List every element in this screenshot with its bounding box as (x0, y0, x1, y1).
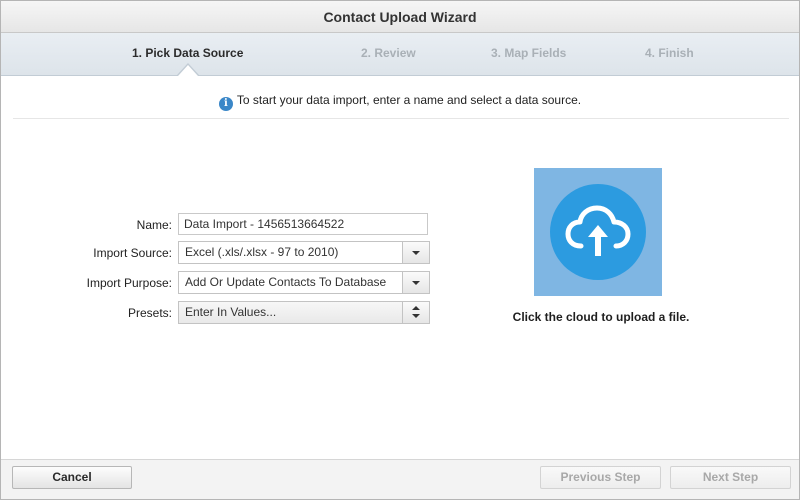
window-title: Contact Upload Wizard (1, 1, 799, 33)
import-source-dropdown-button[interactable] (402, 242, 429, 263)
step-review: 2. Review (361, 46, 416, 60)
wizard-steps-bar: 1. Pick Data Source 2. Review 3. Map Fie… (1, 33, 799, 76)
step-finish: 4. Finish (645, 46, 694, 60)
import-purpose-select[interactable]: Add Or Update Contacts To Database (178, 271, 430, 294)
presets-value: Enter In Values... (185, 305, 277, 319)
import-purpose-dropdown-button[interactable] (402, 272, 429, 293)
next-step-button[interactable]: Next Step (670, 466, 791, 489)
chevron-down-icon (412, 251, 420, 255)
previous-step-button[interactable]: Previous Step (540, 466, 661, 489)
name-input[interactable] (178, 213, 428, 235)
wizard-window: Contact Upload Wizard 1. Pick Data Sourc… (0, 0, 800, 500)
import-purpose-value: Add Or Update Contacts To Database (185, 275, 387, 289)
upload-hint: Click the cloud to upload a file. (512, 310, 690, 324)
divider (13, 118, 789, 119)
presets-spinner-button[interactable] (402, 302, 429, 323)
upload-dropzone[interactable] (534, 168, 662, 296)
info-message: i To start your data import, enter a name… (1, 93, 799, 113)
chevron-down-icon (412, 314, 420, 318)
info-icon: i (218, 97, 233, 111)
import-source-label: Import Source: (93, 246, 172, 260)
import-source-value: Excel (.xls/.xlsx - 97 to 2010) (185, 245, 339, 259)
import-purpose-label: Import Purpose: (86, 276, 172, 290)
presets-label: Presets: (127, 306, 172, 320)
info-text: To start your data import, enter a name … (236, 93, 582, 107)
chevron-up-icon (412, 306, 420, 310)
footer-bar: Cancel Previous Step Next Step (1, 459, 799, 499)
step-map-fields: 3. Map Fields (491, 46, 567, 60)
import-source-select[interactable]: Excel (.xls/.xlsx - 97 to 2010) (178, 241, 430, 264)
cloud-upload-icon (565, 205, 631, 256)
name-label: Name: (136, 218, 172, 232)
active-step-indicator-fill (178, 65, 198, 76)
cancel-button[interactable]: Cancel (12, 466, 132, 489)
presets-select[interactable]: Enter In Values... (178, 301, 430, 324)
upload-button[interactable] (550, 184, 646, 280)
chevron-down-icon (412, 281, 420, 285)
